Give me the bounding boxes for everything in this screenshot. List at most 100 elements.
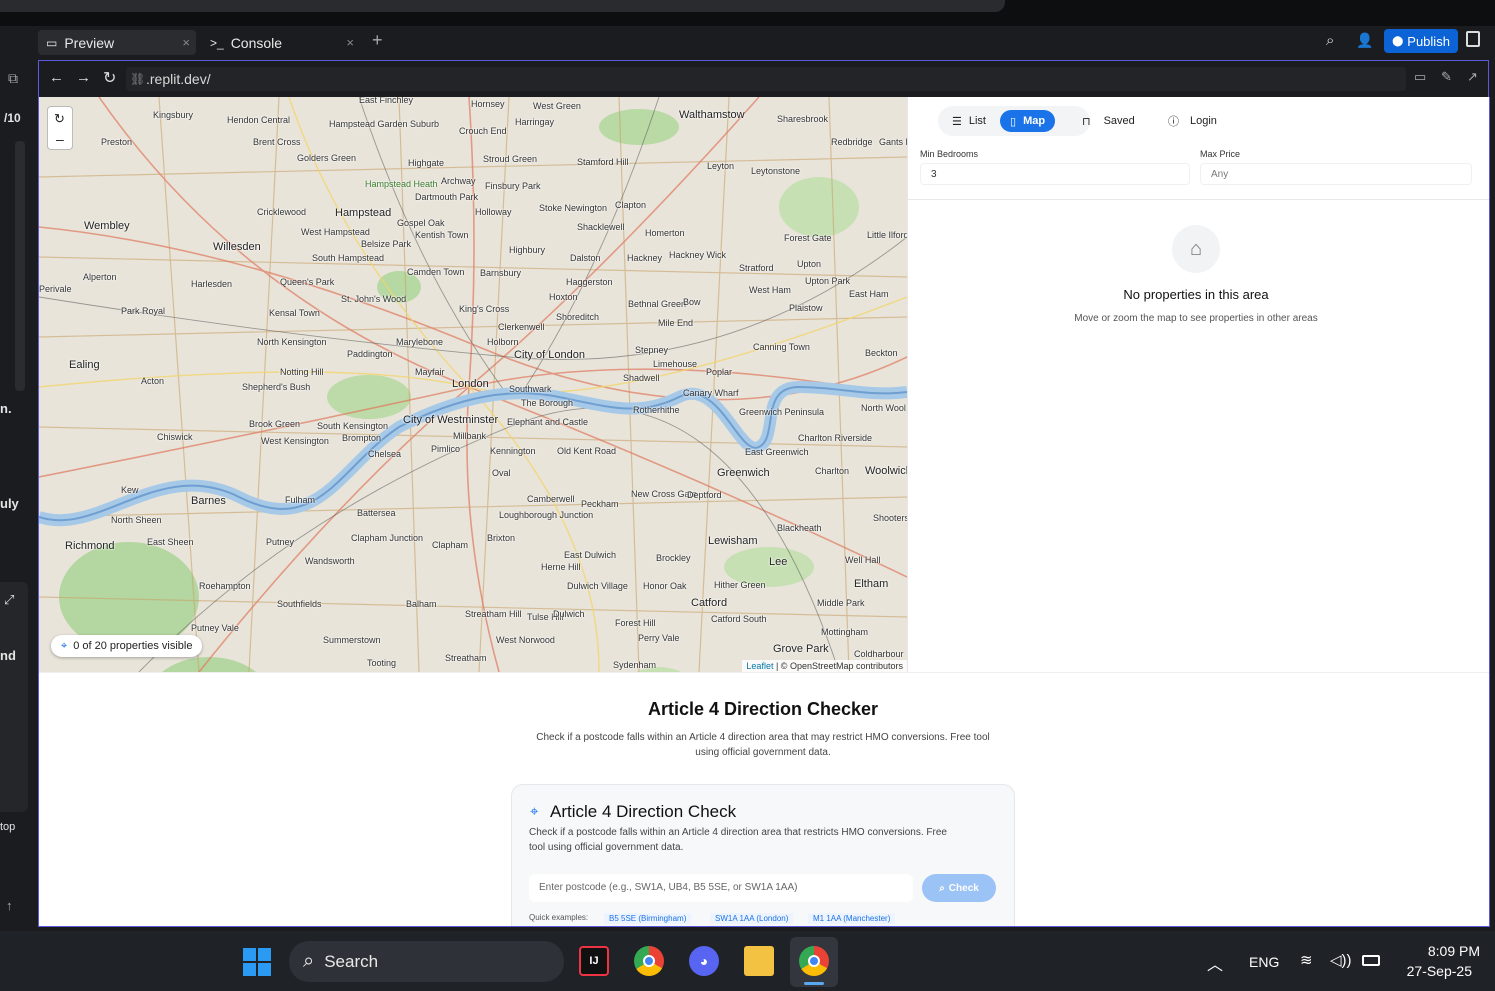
map-label: North Wool bbox=[861, 403, 906, 413]
invite-user-icon[interactable]: 👤 bbox=[1356, 32, 1373, 49]
tab-preview[interactable]: ▭ Preview × bbox=[38, 30, 196, 55]
map-label: Plaistow bbox=[789, 303, 823, 313]
login-button[interactable]: ⓘ Login bbox=[1158, 108, 1227, 134]
discord-icon[interactable]: ◕ bbox=[689, 946, 719, 976]
publish-button[interactable]: ⬤ Publish bbox=[1384, 29, 1458, 53]
check-button[interactable]: ⌕ Check bbox=[922, 874, 996, 902]
map-label: Sydenham bbox=[613, 660, 657, 670]
zoom-out-icon[interactable]: – bbox=[56, 131, 64, 147]
leaflet-link[interactable]: Leaflet bbox=[746, 661, 773, 671]
refresh-map-icon[interactable]: ↻ bbox=[54, 111, 65, 127]
map-label: Redbridge bbox=[831, 137, 873, 147]
add-tab-icon[interactable]: + bbox=[372, 30, 383, 51]
map-label: Grove Park bbox=[773, 643, 829, 655]
quick-examples-label: Quick examples: bbox=[529, 913, 589, 922]
chrome-profile-icon[interactable] bbox=[799, 946, 829, 976]
rail-panel bbox=[0, 582, 28, 812]
login-label: Login bbox=[1190, 115, 1217, 127]
volume-icon[interactable]: ◁)) bbox=[1330, 951, 1352, 969]
arrow-up-icon[interactable]: ↑ bbox=[6, 898, 13, 913]
map-label: City of Westminster bbox=[403, 414, 499, 426]
list-view-button[interactable]: ☰ List bbox=[942, 110, 996, 132]
map-label: Harlesden bbox=[191, 279, 233, 289]
tab-console[interactable]: >_ Console × bbox=[202, 30, 360, 55]
battery-icon[interactable] bbox=[1362, 955, 1380, 966]
map-label: Hackney bbox=[627, 253, 663, 263]
intellij-icon[interactable]: IJ bbox=[579, 946, 609, 976]
map-label: Homerton bbox=[645, 228, 685, 238]
open-external-icon[interactable]: ↗ bbox=[1467, 69, 1478, 85]
close-icon[interactable]: × bbox=[182, 35, 190, 50]
map-label: The Borough bbox=[521, 398, 574, 408]
map-label: Wandsworth bbox=[305, 556, 355, 566]
map-label: Dalston bbox=[570, 253, 601, 263]
forward-icon[interactable]: → bbox=[76, 69, 91, 86]
chat-icon[interactable]: ⧉ bbox=[8, 70, 18, 87]
map-label: Notting Hill bbox=[280, 367, 324, 377]
clock-date[interactable]: 27-Sep-25 bbox=[1396, 963, 1472, 979]
example-chip[interactable]: M1 1AA (Manchester) bbox=[808, 913, 896, 924]
map-label: Hampstead Garden Suburb bbox=[329, 119, 440, 129]
map-label: West Green bbox=[533, 101, 581, 111]
map-attribution: Leaflet | © OpenStreetMap contributors bbox=[742, 660, 907, 672]
map[interactable]: East Finchley Hornsey West Green Waltham… bbox=[39, 97, 907, 672]
map-label: Shoreditch bbox=[556, 312, 600, 322]
min-bedrooms-input[interactable]: 3 bbox=[920, 163, 1190, 185]
link-icon: ⛓ bbox=[130, 72, 146, 86]
chrome-icon[interactable] bbox=[634, 946, 664, 976]
devices-icon[interactable]: ▭ bbox=[1414, 69, 1426, 85]
map-label: Peckham bbox=[581, 499, 619, 509]
rail-scrollbar[interactable] bbox=[15, 141, 25, 391]
map-label: Lewisham bbox=[708, 535, 758, 547]
max-price-select[interactable]: Any bbox=[1200, 163, 1472, 185]
rocket-icon: ⬤ bbox=[1392, 35, 1404, 47]
map-label: Willesden bbox=[213, 241, 261, 253]
example-chip[interactable]: SW1A 1AA (London) bbox=[710, 913, 794, 924]
map-label: Southwark bbox=[509, 384, 552, 394]
search-icon: ⌕ bbox=[303, 950, 315, 972]
map-label: West Hampstead bbox=[301, 227, 370, 237]
rail-count: /10 bbox=[4, 111, 21, 125]
file-explorer-icon[interactable] bbox=[744, 946, 774, 976]
saved-button[interactable]: ⊓ Saved bbox=[1072, 108, 1145, 134]
search-icon[interactable]: ⌕ bbox=[1326, 32, 1334, 49]
windows-start-icon[interactable] bbox=[243, 948, 271, 976]
map-label: Stratford bbox=[739, 263, 774, 273]
close-icon[interactable]: × bbox=[346, 35, 354, 50]
wrench-icon[interactable]: ✎ bbox=[1441, 69, 1452, 85]
language-indicator[interactable]: ENG bbox=[1249, 954, 1279, 970]
article-check-card: ⌖ Article 4 Direction Check Check if a p… bbox=[511, 784, 1015, 926]
terminal-icon: >_ bbox=[210, 35, 224, 50]
map-label: Forest Gate bbox=[784, 233, 832, 243]
card-desc-2: tool using official government data. bbox=[529, 842, 684, 853]
taskbar-search[interactable]: ⌕ Search bbox=[289, 941, 564, 982]
map-label: Well Hall bbox=[845, 555, 881, 565]
map-label: Woolwich bbox=[865, 465, 907, 477]
map-label: Perry Vale bbox=[638, 633, 680, 643]
postcode-input[interactable]: Enter postcode (e.g., SW1A, UB4, B5 5SE,… bbox=[529, 874, 913, 902]
list-icon: ☰ bbox=[952, 115, 962, 128]
wifi-icon[interactable]: ≋ bbox=[1300, 951, 1313, 969]
back-icon[interactable]: ← bbox=[49, 69, 64, 86]
split-panel-icon[interactable] bbox=[1466, 31, 1480, 47]
chevron-up-icon[interactable]: ︿ bbox=[1207, 951, 1223, 975]
map-label: Hoxton bbox=[549, 292, 578, 302]
bookmark-icon: ⊓ bbox=[1082, 115, 1091, 128]
properties-counter-text: 0 of 20 properties visible bbox=[73, 640, 193, 652]
map-label: Herne Hill bbox=[541, 562, 581, 572]
reload-icon[interactable]: ↻ bbox=[103, 68, 116, 88]
clock-time[interactable]: 8:09 PM bbox=[1400, 943, 1480, 959]
map-label: Deptford bbox=[687, 490, 722, 500]
expand-icon[interactable]: ⤢ bbox=[4, 592, 14, 608]
map-label: Middle Park bbox=[817, 598, 865, 608]
map-label: Camberwell bbox=[527, 494, 575, 504]
map-view-button[interactable]: ▯ Map bbox=[1000, 110, 1056, 132]
map-label: South Kensington bbox=[317, 421, 389, 431]
map-label: Clapham Junction bbox=[351, 533, 424, 543]
map-label: Coldharbour bbox=[854, 649, 904, 659]
map-label: Kensal Town bbox=[269, 308, 320, 318]
map-label: Rotherhithe bbox=[633, 405, 680, 415]
url-field[interactable]: ⛓ .replit.dev/ bbox=[126, 67, 1406, 91]
max-price-label: Max Price bbox=[1200, 149, 1241, 159]
example-chip[interactable]: B5 5SE (Birmingham) bbox=[604, 913, 692, 924]
